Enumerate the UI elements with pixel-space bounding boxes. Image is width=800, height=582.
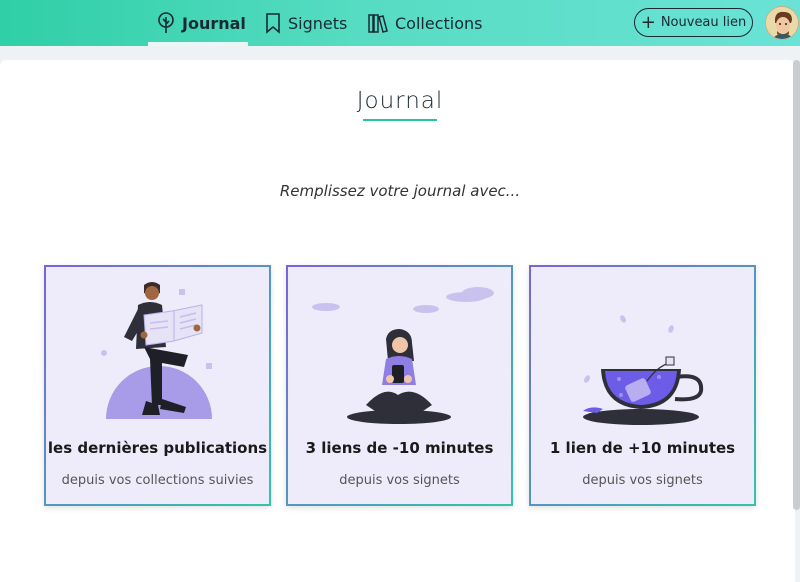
nav-signets-label: Signets (288, 13, 348, 33)
top-navigation-bar: Journal Signets Collections + Nouveau li… (0, 0, 800, 46)
card-title: les dernières publications (47, 439, 268, 457)
title-underline (363, 119, 437, 121)
scrollbar[interactable] (793, 60, 800, 510)
card-subtitle: depuis vos signets (582, 473, 703, 488)
nav-collections[interactable]: Collections (367, 0, 482, 46)
card-subtitle: depuis vos signets (339, 473, 460, 488)
new-link-button[interactable]: + Nouveau lien (634, 8, 753, 37)
nav-journal[interactable]: Journal (156, 0, 246, 46)
card-title: 3 liens de -10 minutes (305, 439, 494, 457)
nav-signets[interactable]: Signets (264, 0, 347, 46)
card-title: 1 lien de +10 minutes (549, 439, 736, 457)
reading-newspaper-illustration (101, 282, 212, 419)
avatar-portrait-icon (766, 7, 798, 39)
person-with-phone-illustration (312, 287, 494, 424)
tea-cup-illustration (583, 315, 704, 425)
user-avatar[interactable] (765, 6, 799, 40)
card-subtitle: depuis vos collections suivies (61, 473, 254, 488)
tree-icon (158, 12, 174, 33)
card-short-links[interactable]: 3 liens de -10 minutes depuis vos signet… (286, 265, 513, 506)
plus-icon: + (640, 11, 656, 33)
nav-collections-label: Collections (395, 13, 483, 33)
page-subtitle: Remplissez votre journal avec... (279, 182, 521, 200)
nav-journal-label: Journal (182, 13, 246, 33)
page-title: Journal (356, 88, 444, 114)
new-link-label: Nouveau lien (660, 15, 747, 30)
books-icon (368, 14, 388, 33)
card-long-link[interactable]: 1 lien de +10 minutes depuis vos signets (529, 265, 756, 506)
bookmark-icon (266, 13, 280, 34)
card-latest-publications[interactable]: les dernières publications depuis vos co… (44, 265, 271, 506)
active-tab-indicator (148, 42, 248, 46)
